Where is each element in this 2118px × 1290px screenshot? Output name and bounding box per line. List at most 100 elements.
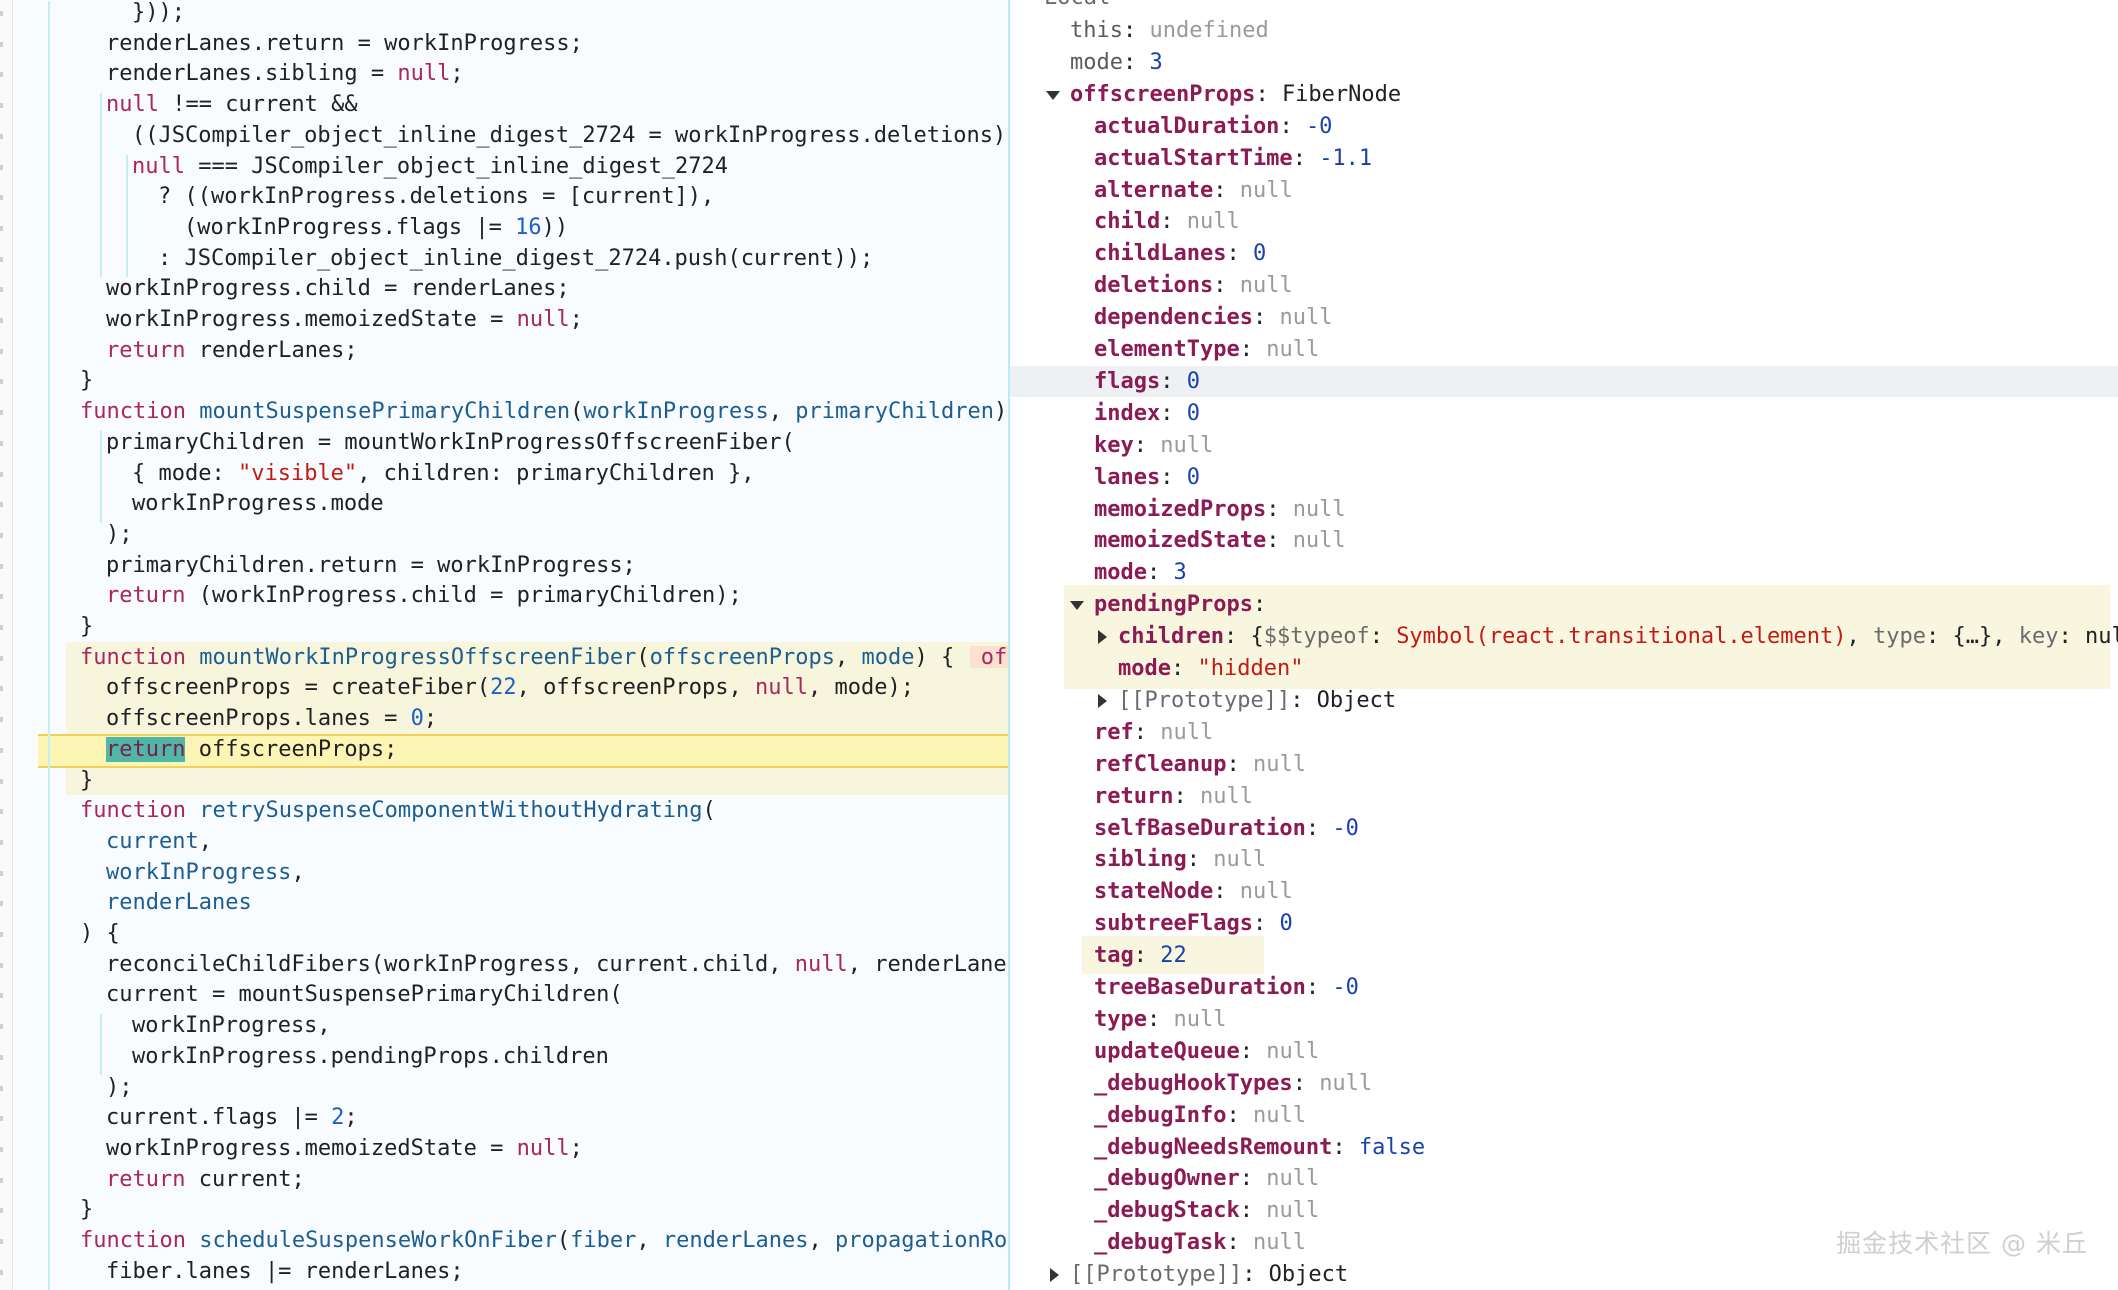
code-line[interactable]: } <box>80 1194 93 1225</box>
code-line[interactable]: offscreenProps = createFiber(22, offscre… <box>106 672 914 703</box>
scope-row[interactable]: flags: 0 <box>1094 366 1200 397</box>
code-line[interactable]: null !== current && <box>106 89 358 120</box>
gutter-line-marker[interactable] <box>0 532 3 538</box>
code-line[interactable]: ); <box>106 1072 133 1103</box>
scope-row[interactable]: _debugNeedsRemount: false <box>1094 1132 1425 1163</box>
gutter-line-marker[interactable] <box>0 870 3 876</box>
code-line[interactable]: primaryChildren = mountWorkInProgressOff… <box>106 427 795 458</box>
gutter-line-marker[interactable] <box>0 41 3 47</box>
expand-triangle-down-icon[interactable] <box>1070 601 1084 611</box>
scope-row[interactable]: lanes: 0 <box>1094 462 1200 493</box>
code-line[interactable]: workInProgress.pendingProps.children <box>132 1041 609 1072</box>
scope-row[interactable]: mode: 3 <box>1094 557 1187 588</box>
gutter-line-marker[interactable] <box>0 502 3 508</box>
gutter-line-marker[interactable] <box>0 932 3 937</box>
gutter-line-marker[interactable] <box>0 686 3 692</box>
gutter-line-marker[interactable] <box>0 655 3 661</box>
scope-row[interactable]: subtreeFlags: 0 <box>1094 908 1293 939</box>
scope-row[interactable]: memoizedState: null <box>1094 525 1346 556</box>
gutter-line-marker[interactable] <box>0 594 3 600</box>
gutter-line-marker[interactable] <box>0 1269 3 1275</box>
scope-section-label[interactable]: Local <box>1044 0 1110 13</box>
code-line[interactable]: return current; <box>106 1164 305 1195</box>
scope-row[interactable]: index: 0 <box>1094 398 1200 429</box>
expand-triangle-right-icon[interactable] <box>1098 693 1107 708</box>
gutter-line-marker[interactable] <box>0 1208 3 1214</box>
gutter-line-marker[interactable] <box>0 1024 3 1030</box>
code-line[interactable]: function scheduleSuspenseWorkOnFiber(fib… <box>80 1225 1007 1256</box>
gutter-line-marker[interactable] <box>0 348 3 354</box>
gutter-line-marker[interactable] <box>0 962 3 968</box>
expand-triangle-right-icon[interactable] <box>1050 1268 1059 1283</box>
code-line[interactable]: current, <box>106 826 212 857</box>
scope-row[interactable]: mode: 3 <box>1070 47 1163 78</box>
code-line[interactable]: current = mountSuspensePrimaryChildren( <box>106 979 623 1010</box>
code-line[interactable]: } <box>80 365 93 396</box>
gutter-line-marker[interactable] <box>0 747 3 753</box>
scope-row[interactable]: [[Prototype]]: Object <box>1098 685 1396 716</box>
scope-row[interactable]: this: undefined <box>1070 15 1269 46</box>
scope-row[interactable]: _debugTask: null <box>1094 1227 1306 1258</box>
scope-row[interactable]: _debugOwner: null <box>1094 1163 1319 1194</box>
code-line[interactable]: fiber.lanes |= renderLanes; <box>106 1256 464 1287</box>
gutter-line-marker[interactable] <box>0 1177 3 1183</box>
scope-row[interactable]: children: {$$typeof: Symbol(react.transi… <box>1098 621 2118 652</box>
code-line[interactable]: ); <box>106 519 133 550</box>
code-line[interactable]: workInProgress.mode <box>132 488 384 519</box>
gutter-line-marker[interactable] <box>0 379 3 385</box>
code-line[interactable]: return renderLanes; <box>106 335 358 366</box>
scope-row[interactable]: dependencies: null <box>1094 302 1332 333</box>
code-line[interactable]: function mountWorkInProgressOffscreenFib… <box>80 642 1007 673</box>
code-line[interactable]: ((JSCompiler_object_inline_digest_2724 =… <box>132 120 1006 151</box>
gutter-line-marker[interactable] <box>0 103 3 109</box>
gutter-line-marker[interactable] <box>0 287 3 293</box>
line-gutter[interactable] <box>0 0 13 1290</box>
gutter-line-marker[interactable] <box>0 1116 3 1122</box>
code-line[interactable]: ? ((workInProgress.deletions = [current]… <box>158 181 714 212</box>
scope-row[interactable]: updateQueue: null <box>1094 1036 1319 1067</box>
gutter-line-marker[interactable] <box>0 717 3 723</box>
scope-row[interactable]: _debugHookTypes: null <box>1094 1068 1372 1099</box>
gutter-line-marker[interactable] <box>0 563 3 569</box>
scope-row[interactable]: _debugInfo: null <box>1094 1100 1306 1131</box>
gutter-line-marker[interactable] <box>0 625 3 630</box>
scope-row[interactable]: pendingProps: <box>1070 589 1266 620</box>
code-line[interactable]: renderLanes.return = workInProgress; <box>106 28 583 59</box>
gutter-line-marker[interactable] <box>0 993 3 999</box>
scope-row[interactable]: alternate: null <box>1094 175 1293 206</box>
scope-row[interactable]: deletions: null <box>1094 270 1293 301</box>
scope-row[interactable]: _debugStack: null <box>1094 1195 1319 1226</box>
gutter-line-marker[interactable] <box>0 11 3 16</box>
expand-triangle-down-icon[interactable] <box>1046 90 1060 100</box>
code-line[interactable]: offscreenProps.lanes = 0; <box>106 703 437 734</box>
code-line[interactable]: workInProgress, <box>106 857 305 888</box>
code-line[interactable]: })); <box>132 0 185 28</box>
scope-row[interactable]: childLanes: 0 <box>1094 238 1266 269</box>
code-line[interactable]: workInProgress, <box>132 1010 331 1041</box>
code-line[interactable]: function mountSuspensePrimaryChildren(wo… <box>80 396 1007 427</box>
scope-row[interactable]: selfBaseDuration: -0 <box>1094 813 1359 844</box>
gutter-line-marker[interactable] <box>0 1085 3 1091</box>
code-line[interactable]: current.flags |= 2; <box>106 1102 358 1133</box>
gutter-line-marker[interactable] <box>0 901 3 907</box>
gutter-line-marker[interactable] <box>0 164 3 170</box>
gutter-line-marker[interactable] <box>0 225 3 231</box>
expand-triangle-right-icon[interactable] <box>1098 630 1107 645</box>
code-line[interactable]: } <box>80 765 93 796</box>
scope-row[interactable]: treeBaseDuration: -0 <box>1094 972 1359 1003</box>
gutter-line-marker[interactable] <box>0 471 3 477</box>
gutter-line-marker[interactable] <box>0 410 3 416</box>
scope-row[interactable]: child: null <box>1094 206 1240 237</box>
code-line[interactable]: renderLanes <box>106 887 252 918</box>
gutter-line-marker[interactable] <box>0 318 3 323</box>
scope-row[interactable]: refCleanup: null <box>1094 749 1306 780</box>
gutter-line-marker[interactable] <box>0 256 3 262</box>
scope-row[interactable]: mode: "hidden" <box>1118 653 1303 684</box>
scope-row[interactable]: actualDuration: -0 <box>1094 111 1332 142</box>
code-line[interactable]: renderLanes.sibling = null; <box>106 58 464 89</box>
gutter-line-marker[interactable] <box>0 195 3 201</box>
code-line[interactable]: ) { <box>80 918 120 949</box>
code-line[interactable]: (workInProgress.flags |= 16)) <box>184 212 568 243</box>
scope-variables-pane[interactable]: Local this: undefinedmode: 3offscreenPro… <box>1010 0 2118 1290</box>
code-line[interactable]: reconcileChildFibers(workInProgress, cur… <box>106 949 1007 980</box>
